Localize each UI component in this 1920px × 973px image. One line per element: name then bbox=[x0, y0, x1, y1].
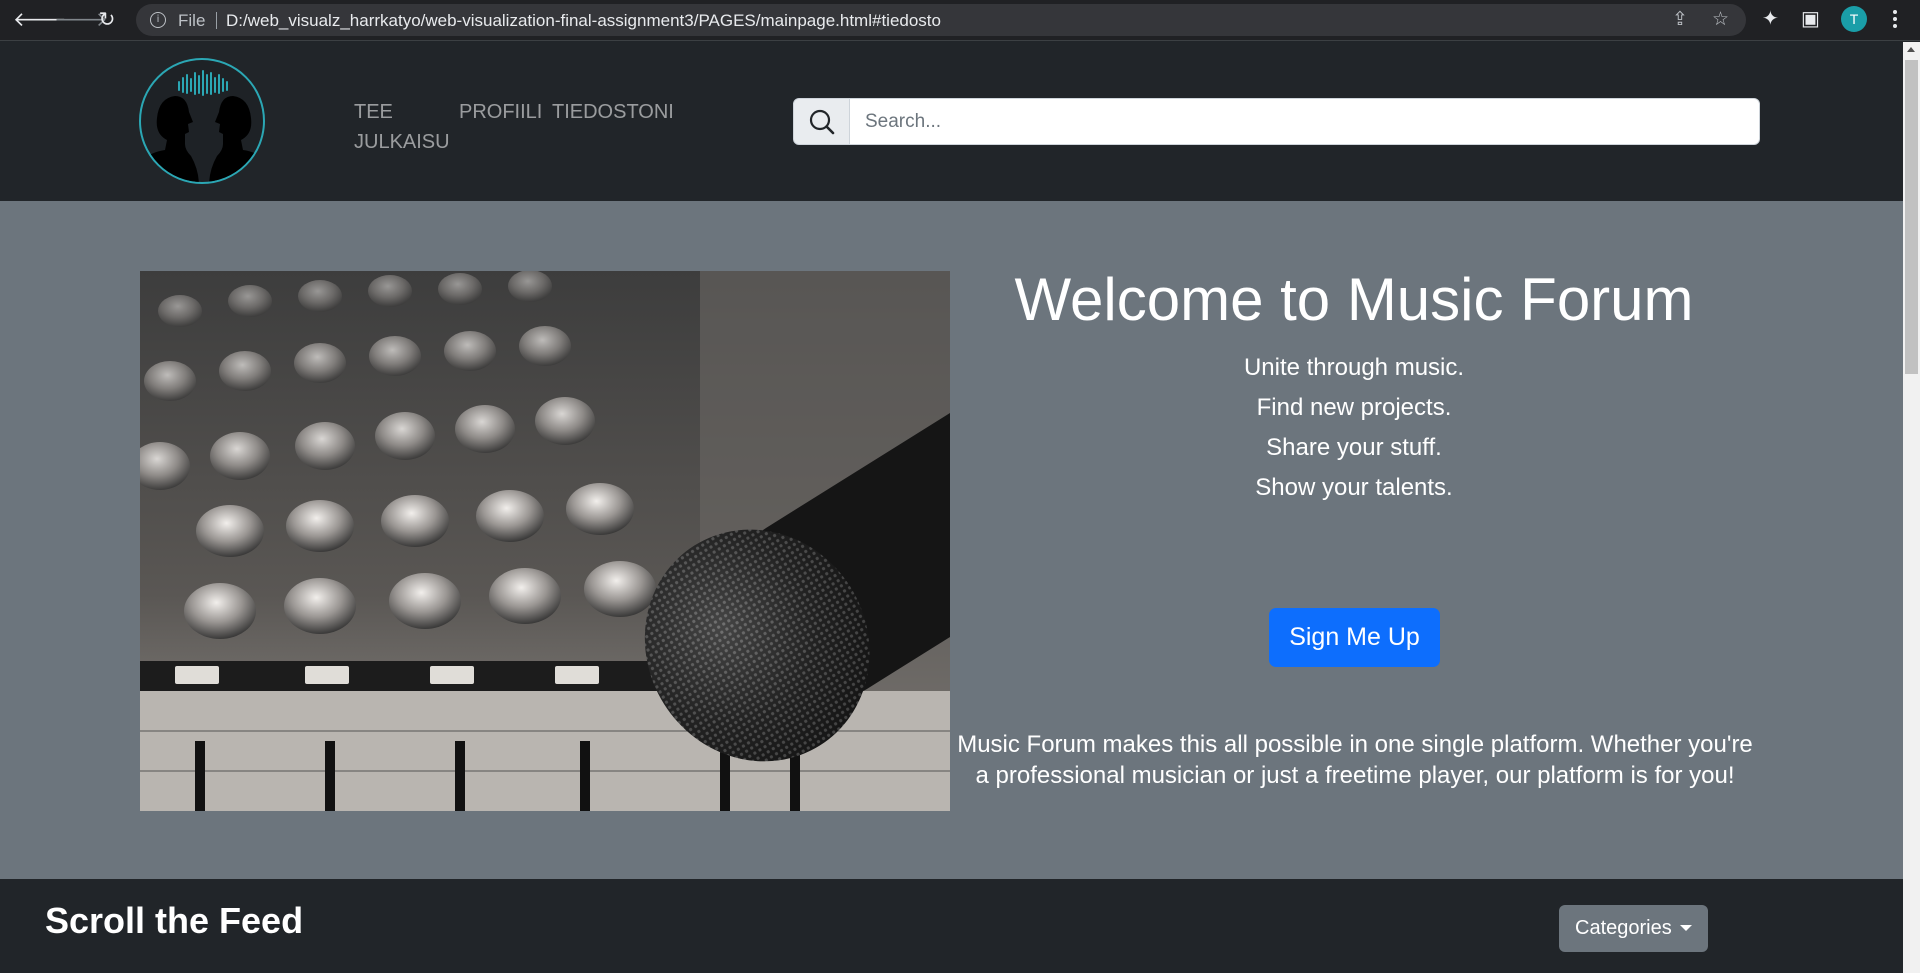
bookmark-star-icon[interactable]: ☆ bbox=[1712, 10, 1729, 30]
reload-icon[interactable]: ↻ bbox=[94, 7, 120, 33]
search-button[interactable] bbox=[793, 98, 850, 145]
tagline: Find new projects. bbox=[1256, 394, 1452, 421]
nav-link-tiedostoni[interactable]: TIEDOSTONI bbox=[552, 97, 674, 127]
hero-section: Welcome to Music Forum Unite through mus… bbox=[0, 201, 1903, 879]
logo-silhouettes-icon bbox=[143, 70, 263, 182]
side-panel-icon[interactable]: ▣ bbox=[1801, 7, 1820, 31]
search-group bbox=[793, 98, 1760, 145]
scrollbar-thumb[interactable] bbox=[1905, 60, 1918, 374]
nav-link-label: TEE bbox=[354, 101, 393, 123]
hero-title: Welcome to Music Forum bbox=[1014, 266, 1694, 333]
hero-image-mixer-microphone bbox=[140, 271, 950, 811]
forward-icon[interactable]: 🡒 bbox=[54, 7, 108, 33]
tagline: Show your talents. bbox=[1255, 474, 1453, 501]
browser-menu-icon[interactable] bbox=[1890, 8, 1900, 32]
tagline: Share your stuff. bbox=[1266, 434, 1442, 461]
feed-section: Scroll the Feed Categories bbox=[0, 879, 1903, 973]
nav-link-label: JULKAISU bbox=[354, 131, 450, 153]
caret-down-icon bbox=[1680, 925, 1692, 931]
share-icon[interactable]: ⇪ bbox=[1672, 10, 1688, 30]
divider bbox=[216, 12, 217, 29]
sign-me-up-button[interactable]: Sign Me Up bbox=[1269, 608, 1440, 667]
site-navbar: TEE JULKAISU PROFIILI TIEDOSTONI bbox=[0, 42, 1903, 201]
feed-title: Scroll the Feed bbox=[45, 900, 304, 941]
categories-dropdown-button[interactable]: Categories bbox=[1559, 905, 1708, 952]
browser-toolbar: 🡐 🡒 ↻ i File D:/web_visualz_harrkatyo/we… bbox=[0, 0, 1920, 41]
nav-link-profiili[interactable]: PROFIILI bbox=[459, 97, 542, 127]
address-bar[interactable]: i File D:/web_visualz_harrkatyo/web-visu… bbox=[136, 4, 1746, 36]
back-icon[interactable]: 🡐 bbox=[13, 7, 67, 33]
search-icon bbox=[809, 109, 835, 135]
tagline: Unite through music. bbox=[1243, 354, 1465, 381]
nav-link-tee-julkaisu[interactable]: TEE JULKAISU bbox=[354, 97, 450, 157]
url-text[interactable]: D:/web_visualz_harrkatyo/web-visualizati… bbox=[226, 11, 941, 31]
categories-label: Categories bbox=[1575, 917, 1672, 939]
profile-avatar[interactable]: T bbox=[1841, 6, 1867, 32]
site-info-icon[interactable]: i bbox=[150, 12, 166, 28]
mixer-microphone-image bbox=[140, 271, 950, 811]
page-viewport: TEE JULKAISU PROFIILI TIEDOSTONI Search.… bbox=[0, 42, 1903, 973]
search-input[interactable] bbox=[849, 98, 1760, 145]
hero-description: Music Forum makes this all possible in o… bbox=[957, 731, 1753, 789]
page-scrollbar[interactable] bbox=[1903, 42, 1920, 973]
scheme-label: File bbox=[178, 11, 206, 30]
extensions-icon[interactable]: ✦ bbox=[1762, 7, 1779, 31]
scroll-up-arrow-icon[interactable] bbox=[1907, 47, 1915, 52]
site-logo[interactable] bbox=[139, 58, 265, 184]
